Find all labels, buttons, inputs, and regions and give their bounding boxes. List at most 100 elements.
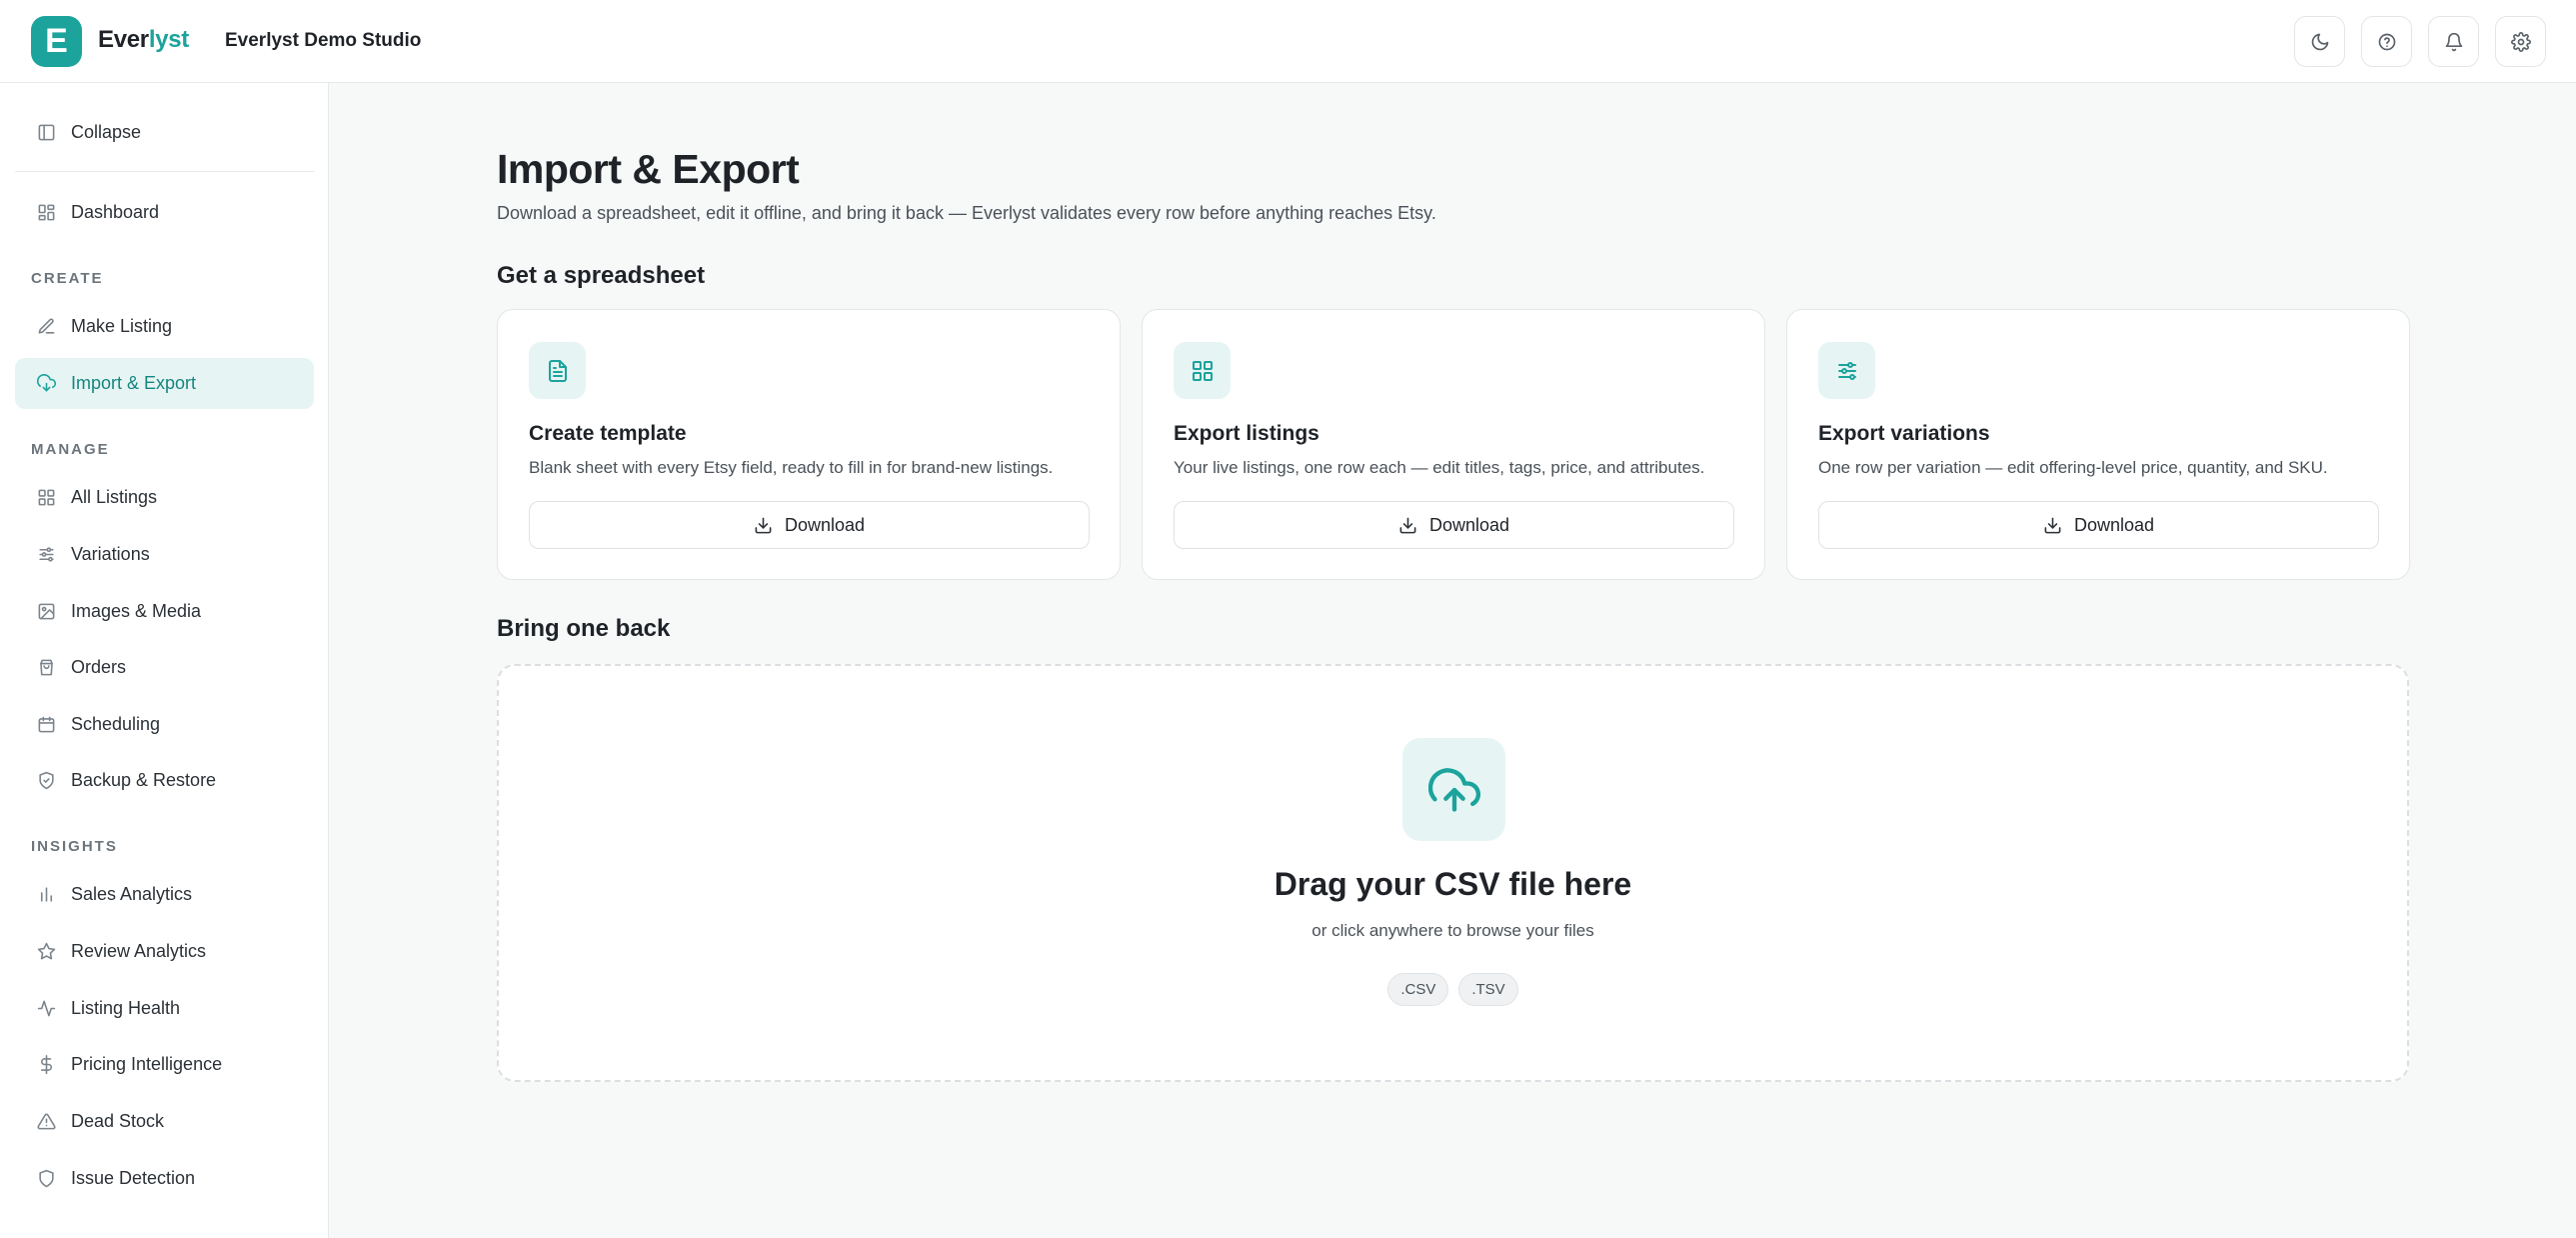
- card-title: Export variations: [1818, 422, 1990, 445]
- format-chip-tsv: .TSV: [1458, 973, 1518, 1006]
- sidebar-item-images-media[interactable]: Images & Media: [15, 586, 314, 637]
- card-export-listings: Export listings Your live listings, one …: [1142, 309, 1765, 580]
- notifications-button[interactable]: [2428, 16, 2479, 67]
- help-icon: [2378, 33, 2395, 50]
- card-description: Your live listings, one row each — edit …: [1174, 458, 1705, 477]
- card-description: One row per variation — edit offering-le…: [1818, 458, 2328, 477]
- sidebar-item-label: Make Listing: [71, 316, 173, 336]
- cloud-sync-icon: [37, 374, 56, 392]
- activity-icon: [37, 1000, 56, 1017]
- sidebar-item-label: Import & Export: [71, 373, 197, 393]
- sidebar-item-pricing-intelligence[interactable]: Pricing Intelligence: [15, 1039, 314, 1090]
- dropzone-subtitle: or click anywhere to browse your files: [1311, 921, 1594, 940]
- document-icon: [548, 359, 567, 382]
- settings-button[interactable]: [2495, 16, 2546, 67]
- sidebar-item-issue-detection[interactable]: Issue Detection: [15, 1153, 314, 1204]
- download-template-button[interactable]: Download: [529, 501, 1090, 549]
- bag-icon: [40, 659, 53, 676]
- download-icon: [1399, 517, 1416, 533]
- sidebar: Collapse Dashboard CREATE Make Listing I…: [0, 83, 329, 1238]
- logo-icon[interactable]: E: [31, 16, 82, 67]
- brand-name-part2: lyst: [148, 26, 189, 53]
- logo-letter: E: [45, 22, 68, 60]
- download-variations-button[interactable]: Download: [1818, 501, 2379, 549]
- card-title: Export listings: [1174, 422, 1319, 445]
- sidebar-item-orders[interactable]: Orders: [15, 642, 314, 693]
- sidebar-item-sales-analytics[interactable]: Sales Analytics: [15, 869, 314, 920]
- brand-name-part1: Ever: [98, 26, 149, 53]
- sidebar-item-label: All Listings: [71, 487, 158, 507]
- brand-name[interactable]: Everlyst: [98, 26, 189, 54]
- shield-check-icon: [39, 771, 54, 790]
- help-button[interactable]: [2361, 16, 2412, 67]
- sidebar-item-label: Sales Analytics: [71, 884, 193, 904]
- sidebar-item-make-listing[interactable]: Make Listing: [15, 301, 314, 352]
- button-label: Download: [2073, 514, 2155, 535]
- collapse-label: Collapse: [71, 122, 142, 142]
- shield-icon: [39, 1169, 54, 1188]
- sidebar-item-dead-stock[interactable]: Dead Stock: [15, 1096, 314, 1147]
- page-subtitle: Download a spreadsheet, edit it offline,…: [497, 203, 1436, 223]
- sliders-icon: [1837, 361, 1856, 380]
- csv-dropzone[interactable]: Drag your CSV file here or click anywher…: [497, 664, 2409, 1082]
- star-icon: [37, 942, 56, 960]
- theme-toggle-button[interactable]: [2294, 16, 2345, 67]
- sidebar-item-all-listings[interactable]: All Listings: [15, 472, 314, 523]
- sidebar-item-label: Issue Detection: [71, 1168, 196, 1188]
- sidebar-item-review-analytics[interactable]: Review Analytics: [15, 926, 314, 977]
- sidebar-item-label: Variations: [71, 544, 150, 564]
- section-title-bring-back: Bring one back: [497, 615, 671, 642]
- dropzone-title: Drag your CSV file here: [1274, 866, 1632, 902]
- sliders-icon: [39, 547, 54, 562]
- sidebar-item-variations[interactable]: Variations: [15, 529, 314, 580]
- sidebar-item-label: Review Analytics: [71, 941, 207, 961]
- sidebar-item-scheduling[interactable]: Scheduling: [15, 699, 314, 750]
- card-export-variations: Export variations One row per variation …: [1786, 309, 2410, 580]
- bar-chart-icon: [40, 887, 53, 902]
- download-listings-button[interactable]: Download: [1174, 501, 1734, 549]
- sidebar-item-label: Scheduling: [71, 714, 161, 734]
- card-create-template: Create template Blank sheet with every E…: [497, 309, 1121, 580]
- card-title: Create template: [529, 422, 687, 445]
- button-label: Download: [784, 514, 866, 535]
- format-chips: .CSV .TSV: [499, 973, 2407, 1006]
- dashboard-icon: [38, 204, 55, 221]
- section-title-get-spreadsheet: Get a spreadsheet: [497, 262, 706, 289]
- sidebar-item-label: Dashboard: [71, 202, 160, 222]
- download-icon: [755, 517, 772, 533]
- edit-icon: [38, 318, 55, 334]
- card-icon-wrapper: [1174, 342, 1231, 399]
- grid-icon: [38, 489, 55, 506]
- sidebar-item-listing-health[interactable]: Listing Health: [15, 983, 314, 1034]
- section-label-insights: INSIGHTS: [31, 838, 118, 855]
- sidebar-item-label: Pricing Intelligence: [71, 1054, 223, 1074]
- sidebar-item-label: Images & Media: [71, 601, 202, 621]
- section-label-create: CREATE: [31, 270, 104, 287]
- sidebar-item-label: Listing Health: [71, 998, 181, 1018]
- sidebar-item-label: Backup & Restore: [71, 770, 217, 790]
- gear-icon: [2510, 31, 2531, 52]
- moon-icon: [2311, 33, 2328, 50]
- warning-icon: [37, 1113, 56, 1130]
- sidebar-item-backup-restore[interactable]: Backup & Restore: [15, 755, 314, 806]
- sidebar-item-label: Orders: [71, 657, 127, 677]
- image-icon: [38, 603, 55, 620]
- bell-icon: [2445, 32, 2462, 51]
- page-title: Import & Export: [497, 146, 800, 192]
- collapse-button[interactable]: Collapse: [15, 107, 314, 158]
- sidebar-item-import-export[interactable]: Import & Export: [15, 358, 314, 409]
- grid-icon: [1192, 360, 1213, 381]
- sidebar-item-dashboard[interactable]: Dashboard: [15, 187, 314, 238]
- card-description: Blank sheet with every Etsy field, ready…: [529, 458, 1054, 477]
- format-chip-csv: .CSV: [1387, 973, 1449, 1006]
- top-header: E Everlyst Everlyst Demo Studio: [0, 0, 2576, 83]
- dollar-icon: [40, 1055, 52, 1074]
- card-icon-wrapper: [529, 342, 586, 399]
- sidebar-item-label: Dead Stock: [71, 1111, 165, 1131]
- button-label: Download: [1428, 514, 1510, 535]
- dropzone-icon-wrapper: [1402, 738, 1505, 841]
- sidebar-divider: [15, 171, 314, 172]
- cloud-upload-icon: [1427, 767, 1480, 812]
- panel-collapse-icon: [38, 124, 55, 141]
- org-name[interactable]: Everlyst Demo Studio: [225, 30, 421, 52]
